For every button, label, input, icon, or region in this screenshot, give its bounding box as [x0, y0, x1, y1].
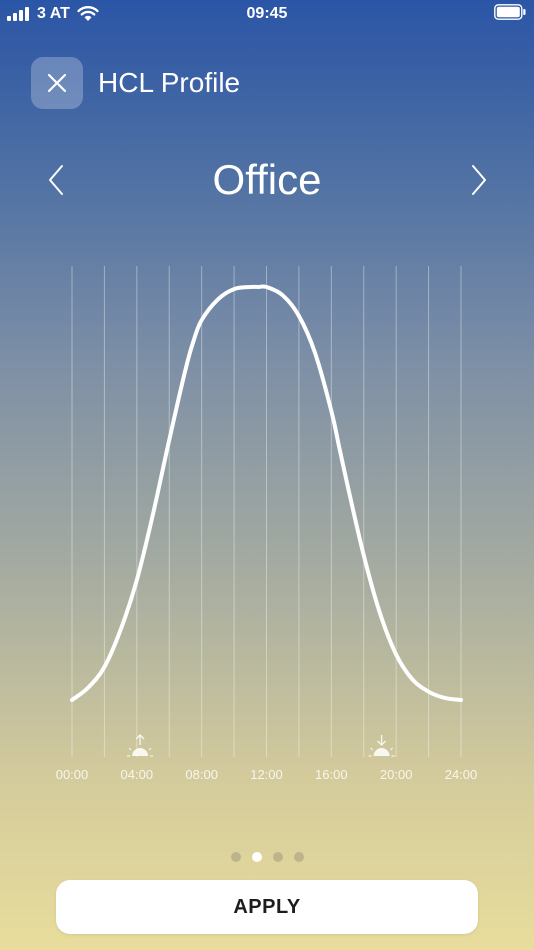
page-dot[interactable] [230, 852, 241, 862]
x-tick-label: 16:00 [315, 767, 348, 782]
next-profile-button[interactable] [459, 160, 499, 200]
page-title: HCL Profile [98, 67, 241, 98]
x-tick-label: 04:00 [121, 767, 154, 782]
chevron-right-icon [472, 165, 486, 195]
page-dot[interactable] [293, 852, 304, 862]
apply-button[interactable]: APPLY [56, 880, 478, 934]
x-tick-label: 24:00 [445, 767, 478, 782]
page-dot[interactable] [251, 852, 262, 862]
page-dot[interactable] [272, 852, 283, 862]
hcl-curve-chart[interactable]: 00:00 04:00 08:00 12:00 16:00 20:00 24:00 [0, 0, 534, 950]
status-bar: 3 AT 09:45 [0, 0, 534, 28]
profile-name: Office [212, 156, 322, 203]
battery-icon [494, 4, 526, 20]
sunset-icon [368, 735, 395, 757]
hcl-curve-line [70, 284, 463, 702]
x-tick-label: 00:00 [56, 767, 89, 782]
sunrise-icon [127, 734, 154, 757]
page-indicator [0, 852, 534, 862]
close-icon [47, 73, 67, 93]
status-time: 09:45 [246, 5, 288, 22]
close-button[interactable] [31, 57, 83, 109]
x-tick-label: 20:00 [380, 767, 413, 782]
x-tick-label: 08:00 [185, 767, 218, 782]
x-tick-label: 12:00 [250, 767, 283, 782]
